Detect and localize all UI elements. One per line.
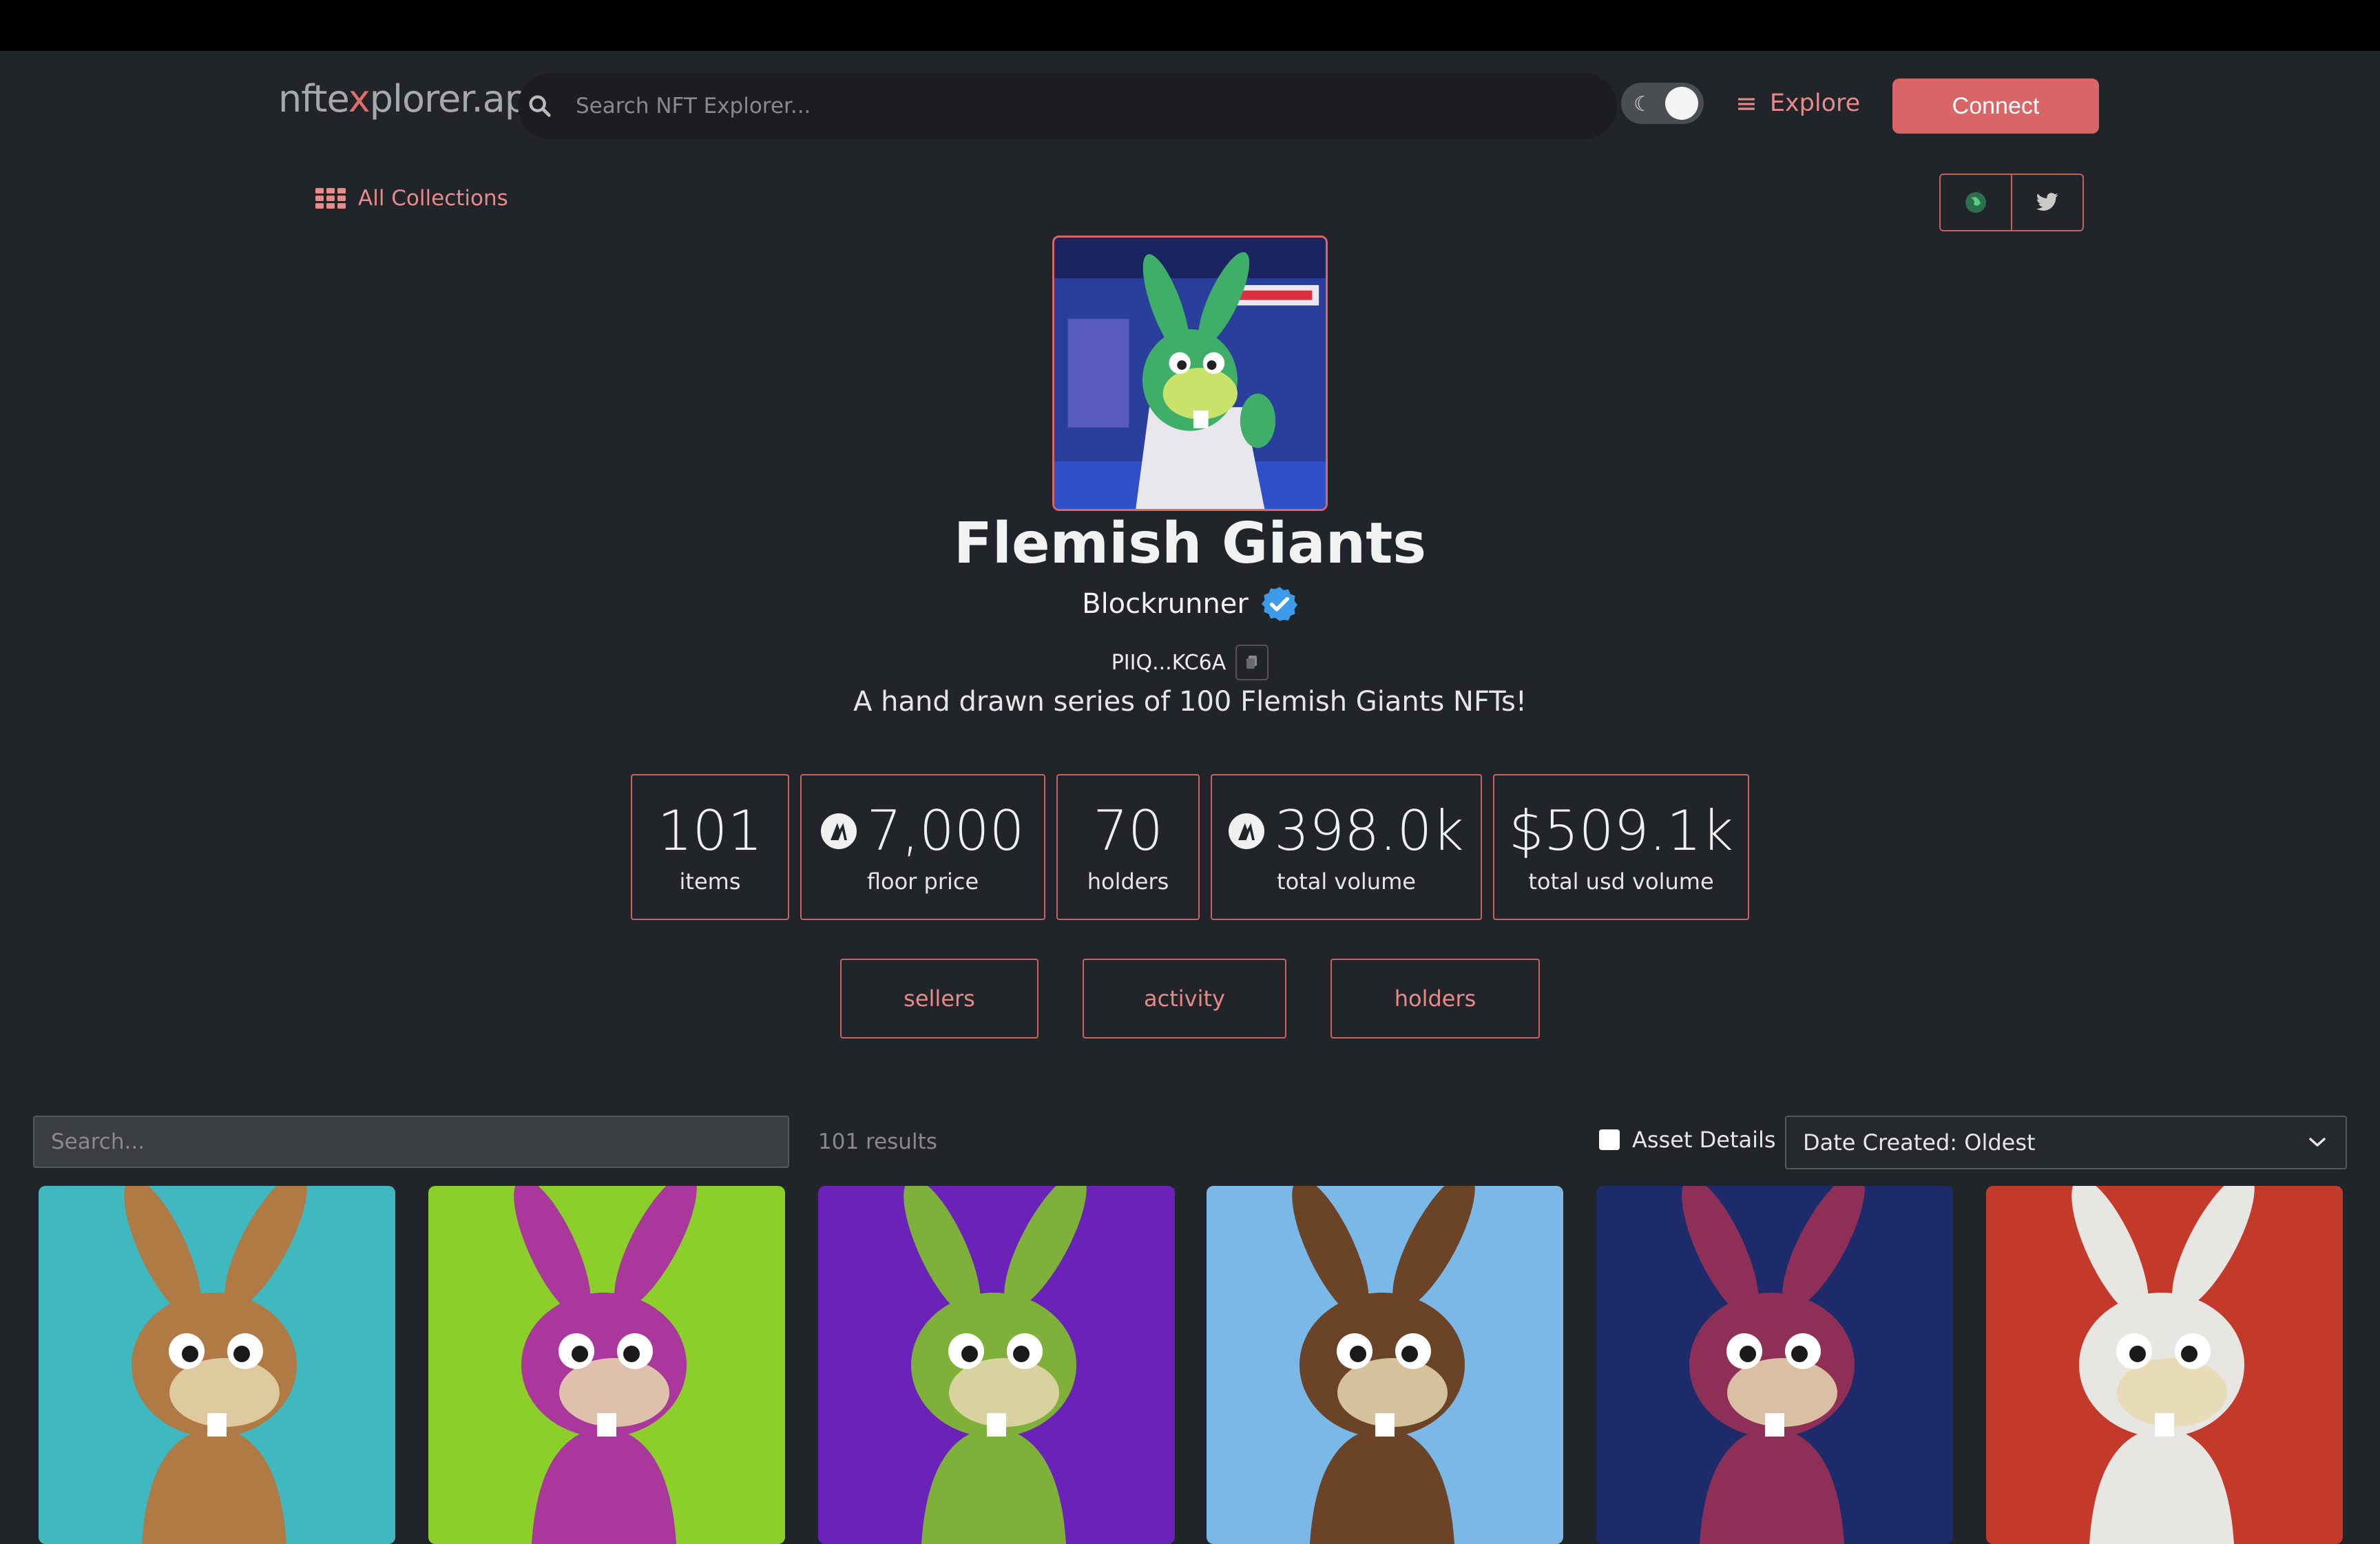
nft-card[interactable] bbox=[1596, 1186, 1953, 1544]
window-top-bar bbox=[0, 0, 2380, 51]
logo-text-prefix: nfte bbox=[278, 77, 349, 121]
stat-total-volume-label: total volume bbox=[1277, 868, 1416, 895]
stat-holders-value: 70 bbox=[1093, 799, 1163, 863]
tab-activity[interactable]: activity bbox=[1083, 959, 1286, 1039]
social-links bbox=[1939, 174, 2084, 231]
theme-toggle[interactable]: ☾ bbox=[1621, 83, 1704, 124]
chevron-down-icon bbox=[2309, 1138, 2326, 1147]
nft-card-image bbox=[818, 1186, 1175, 1544]
nft-card[interactable] bbox=[1986, 1186, 2343, 1544]
logo-text-x: x bbox=[348, 77, 370, 121]
website-link[interactable] bbox=[1941, 175, 2011, 230]
nft-card-image bbox=[39, 1186, 395, 1544]
collection-title: Flemish Giants bbox=[953, 511, 1427, 576]
nft-card[interactable] bbox=[39, 1186, 395, 1544]
sort-select[interactable]: Date Created: Oldest bbox=[1785, 1116, 2347, 1169]
toggle-knob bbox=[1665, 87, 1698, 120]
copy-icon bbox=[1246, 656, 1257, 669]
globe-icon bbox=[1965, 192, 1986, 213]
site-logo[interactable]: nftexplorer.app bbox=[278, 77, 551, 121]
asset-details-toggle[interactable]: Asset Details bbox=[1599, 1127, 1776, 1153]
asset-details-label: Asset Details bbox=[1632, 1127, 1776, 1153]
nft-card-image bbox=[428, 1186, 785, 1544]
verified-badge-icon bbox=[1261, 587, 1297, 621]
stat-total-usd-volume-value: $509.1k bbox=[1508, 799, 1734, 863]
hamburger-icon: ≡ bbox=[1735, 88, 1757, 118]
twitter-icon bbox=[2036, 193, 2058, 211]
search-icon bbox=[529, 95, 551, 117]
stat-floor-price-value: 7,000 bbox=[866, 799, 1025, 863]
copy-address-button[interactable] bbox=[1235, 645, 1269, 680]
twitter-link[interactable] bbox=[2011, 175, 2082, 230]
stat-holders: 70 holders bbox=[1056, 774, 1200, 920]
nft-card-image bbox=[1986, 1186, 2343, 1544]
grid-icon bbox=[315, 188, 346, 209]
stat-items-label: items bbox=[679, 868, 741, 895]
stat-floor-price-label: floor price bbox=[866, 868, 979, 895]
moon-icon: ☾ bbox=[1633, 92, 1652, 116]
stat-floor-price: 7,000 floor price bbox=[800, 774, 1045, 920]
all-collections-link[interactable]: All Collections bbox=[315, 186, 508, 211]
collection-description: A hand drawn series of 100 Flemish Giant… bbox=[853, 686, 1527, 718]
explore-label: Explore bbox=[1769, 90, 1861, 117]
asset-search-placeholder: Search... bbox=[51, 1129, 145, 1154]
tab-sellers[interactable]: sellers bbox=[840, 959, 1038, 1039]
nft-card[interactable] bbox=[428, 1186, 785, 1544]
nft-card-image bbox=[1207, 1186, 1563, 1544]
global-search-bar[interactable]: Search NFT Explorer... bbox=[518, 73, 1617, 139]
asset-search-input[interactable]: Search... bbox=[33, 1116, 789, 1168]
algorand-icon bbox=[821, 813, 857, 849]
collection-avatar-art bbox=[1054, 238, 1326, 509]
tab-holders[interactable]: holders bbox=[1330, 959, 1540, 1039]
creator-name[interactable]: Blockrunner bbox=[1082, 588, 1249, 620]
explore-menu-button[interactable]: ≡ Explore bbox=[1735, 88, 1860, 118]
creator-address-row: PIIQ...KC6A bbox=[0, 645, 2380, 680]
asset-details-checkbox[interactable] bbox=[1599, 1129, 1620, 1150]
creator-row: Blockrunner bbox=[0, 585, 2380, 623]
algorand-icon bbox=[1229, 813, 1265, 849]
stat-items-value: 101 bbox=[657, 799, 763, 863]
stat-holders-label: holders bbox=[1087, 868, 1169, 895]
stat-total-volume-value: 398.0k bbox=[1274, 799, 1464, 863]
connect-button[interactable]: Connect bbox=[1892, 79, 2099, 134]
stat-total-usd-volume-label: total usd volume bbox=[1528, 868, 1714, 895]
global-search-placeholder: Search NFT Explorer... bbox=[576, 94, 811, 118]
creator-address: PIIQ...KC6A bbox=[1111, 650, 1226, 675]
nft-card[interactable] bbox=[1207, 1186, 1563, 1544]
stat-total-volume: 398.0k total volume bbox=[1211, 774, 1482, 920]
results-count: 101 results bbox=[818, 1129, 937, 1154]
collection-avatar bbox=[1052, 236, 1328, 511]
stat-items: 101 items bbox=[631, 774, 789, 920]
stat-total-usd-volume: $509.1k total usd volume bbox=[1493, 774, 1749, 920]
all-collections-label: All Collections bbox=[358, 186, 508, 211]
sort-select-value: Date Created: Oldest bbox=[1803, 1129, 2036, 1156]
nft-card[interactable] bbox=[818, 1186, 1175, 1544]
nft-card-image bbox=[1596, 1186, 1953, 1544]
